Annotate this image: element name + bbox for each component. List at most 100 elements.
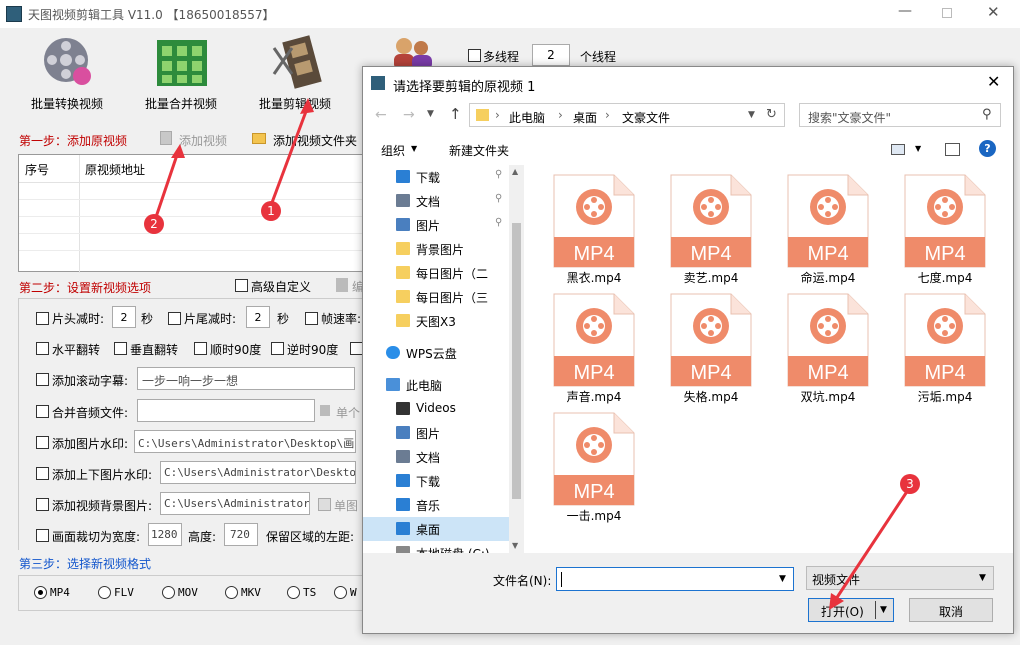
- flip-v-checkbox[interactable]: [114, 342, 127, 355]
- format-mkv-radio[interactable]: [225, 586, 238, 599]
- nav-item[interactable]: Videos: [363, 397, 509, 421]
- scroll-up-icon[interactable]: ▲: [512, 167, 518, 176]
- film-scissors-icon: [272, 35, 322, 89]
- add-video-button[interactable]: 添加视频: [158, 130, 238, 148]
- preview-pane-icon[interactable]: [945, 143, 960, 156]
- nav-pane[interactable]: 下载 ⚲ 文档 ⚲ 图片 ⚲ 背景图片 每日图片（二 每日图片（三 天图X3 WPS云盘此电脑 Vid…: [363, 165, 525, 553]
- scroll-sub-input[interactable]: 一步一响一步一想: [137, 367, 355, 390]
- breadcrumb-this-pc[interactable]: 此电脑: [509, 109, 545, 126]
- file-item[interactable]: MP4 七度.mp4: [890, 173, 1000, 289]
- breadcrumb-desktop[interactable]: 桌面: [573, 109, 597, 126]
- nav-item[interactable]: 每日图片（二: [363, 261, 509, 285]
- scroll-down-icon[interactable]: ▼: [512, 541, 518, 550]
- nav-item[interactable]: 下载: [363, 469, 509, 493]
- file-item[interactable]: MP4 黑衣.mp4: [539, 173, 649, 289]
- tail-cut-checkbox[interactable]: [168, 312, 181, 325]
- nav-item[interactable]: 音乐: [363, 493, 509, 517]
- toolbar-cut[interactable]: 批量剪辑视频: [248, 32, 348, 112]
- crop-height-input[interactable]: 720: [224, 523, 258, 546]
- address-dropdown-icon[interactable]: ▼: [748, 110, 755, 120]
- dialog-close-button[interactable]: ✕: [987, 72, 1000, 91]
- rot-ccw-checkbox[interactable]: [271, 342, 284, 355]
- view-dropdown-icon[interactable]: ▼: [915, 144, 921, 153]
- file-item[interactable]: MP4 命运.mp4: [773, 173, 883, 289]
- edit-icon[interactable]: [336, 278, 348, 292]
- filetype-select[interactable]: 视频文件 ▼: [806, 566, 994, 590]
- organize-button[interactable]: 组织 ▼: [375, 139, 423, 159]
- format-flv-radio[interactable]: [98, 586, 111, 599]
- scroll-sub-checkbox[interactable]: [36, 373, 49, 386]
- nav-item[interactable]: 文档 ⚲: [363, 189, 509, 213]
- multithread-checkbox[interactable]: [468, 49, 481, 62]
- nav-item[interactable]: 此电脑: [363, 373, 509, 397]
- file-item[interactable]: MP4 声音.mp4: [539, 292, 649, 408]
- nav-scrollbar[interactable]: ▲ ▼: [509, 165, 524, 553]
- nav-item[interactable]: 天图X3: [363, 309, 509, 333]
- refresh-button[interactable]: ↻: [766, 107, 777, 122]
- nav-item[interactable]: 每日图片（三: [363, 285, 509, 309]
- search-box[interactable]: 搜索"文豪文件" ⚲: [799, 103, 1001, 127]
- filename-dropdown-icon[interactable]: ▼: [779, 574, 786, 584]
- format-w-radio[interactable]: [334, 586, 347, 599]
- merge-audio-checkbox[interactable]: [36, 405, 49, 418]
- fps-checkbox[interactable]: [305, 312, 318, 325]
- advanced-checkbox[interactable]: [235, 279, 248, 292]
- help-icon[interactable]: ?: [979, 140, 996, 157]
- cancel-button[interactable]: 取消: [909, 598, 993, 622]
- tb-watermark-checkbox[interactable]: [36, 467, 49, 480]
- nav-item[interactable]: 图片: [363, 421, 509, 445]
- history-dropdown-icon[interactable]: ▼: [427, 109, 434, 119]
- tb-watermark-input[interactable]: C:\Users\Administrator\Desktop\A: [160, 461, 356, 484]
- file-item[interactable]: MP4 污垢.mp4: [890, 292, 1000, 408]
- bg-image-checkbox[interactable]: [36, 498, 49, 511]
- open-dropdown-icon[interactable]: ▼: [880, 605, 887, 615]
- nav-item[interactable]: 图片 ⚲: [363, 213, 509, 237]
- add-video-label: 添加视频: [179, 134, 228, 148]
- filename-input[interactable]: ▼: [556, 567, 794, 591]
- crop-width-input[interactable]: 1280: [148, 523, 182, 546]
- source-video-table[interactable]: 序号 原视频地址: [18, 154, 365, 273]
- back-button[interactable]: ←: [375, 107, 387, 123]
- forward-button[interactable]: →: [403, 107, 415, 123]
- nav-item[interactable]: 桌面: [363, 517, 509, 541]
- open-button[interactable]: 打开(O) ▼: [808, 598, 894, 622]
- new-folder-button[interactable]: 新建文件夹: [449, 142, 509, 159]
- single-image-checkbox[interactable]: [318, 498, 331, 511]
- tail-cut-input[interactable]: 2: [246, 306, 270, 328]
- address-bar[interactable]: › 此电脑 › 桌面 › 文豪文件 ▼ ↻: [469, 103, 785, 127]
- nav-item[interactable]: 下载 ⚲: [363, 165, 509, 189]
- merge-audio-input[interactable]: [137, 399, 315, 422]
- nav-item[interactable]: 文档: [363, 445, 509, 469]
- up-button[interactable]: ↑: [449, 105, 462, 123]
- thread-count-input[interactable]: 2: [532, 44, 570, 66]
- format-ts-radio[interactable]: [287, 586, 300, 599]
- scroll-thumb[interactable]: [512, 223, 521, 499]
- search-input[interactable]: 搜索"文豪文件": [808, 109, 891, 126]
- picture-icon: [396, 426, 410, 439]
- img-watermark-input[interactable]: C:\Users\Administrator\Desktop\画中画: [134, 430, 356, 453]
- format-mp4-radio[interactable]: [34, 586, 47, 599]
- view-mode-icon[interactable]: [891, 144, 905, 155]
- nav-item[interactable]: WPS云盘: [363, 341, 509, 365]
- maximize-button[interactable]: [942, 8, 952, 18]
- toolbar-merge[interactable]: 批量合并视频: [134, 32, 234, 112]
- toolbar-convert[interactable]: 批量转换视频: [20, 32, 120, 112]
- head-cut-checkbox[interactable]: [36, 312, 49, 325]
- file-item[interactable]: MP4 双坑.mp4: [773, 292, 883, 408]
- nav-item[interactable]: 本地磁盘 (C:): [363, 541, 509, 553]
- format-mov-radio[interactable]: [162, 586, 175, 599]
- head-cut-input[interactable]: 2: [112, 306, 136, 328]
- add-folder-button[interactable]: 添加视频文件夹: [250, 130, 362, 148]
- file-item[interactable]: MP4 一击.mp4: [539, 411, 649, 527]
- crop-checkbox[interactable]: [36, 529, 49, 542]
- minimize-button[interactable]: —: [898, 3, 912, 19]
- close-window-button[interactable]: ✕: [987, 3, 1000, 21]
- file-item[interactable]: MP4 失格.mp4: [656, 292, 766, 408]
- nav-item[interactable]: 背景图片: [363, 237, 509, 261]
- img-watermark-checkbox[interactable]: [36, 436, 49, 449]
- bg-image-input[interactable]: C:\Users\Administrator\D: [160, 492, 310, 515]
- file-item[interactable]: MP4 卖艺.mp4: [656, 173, 766, 289]
- flip-h-checkbox[interactable]: [36, 342, 49, 355]
- breadcrumb-folder[interactable]: 文豪文件: [622, 109, 670, 126]
- rot-cw-checkbox[interactable]: [194, 342, 207, 355]
